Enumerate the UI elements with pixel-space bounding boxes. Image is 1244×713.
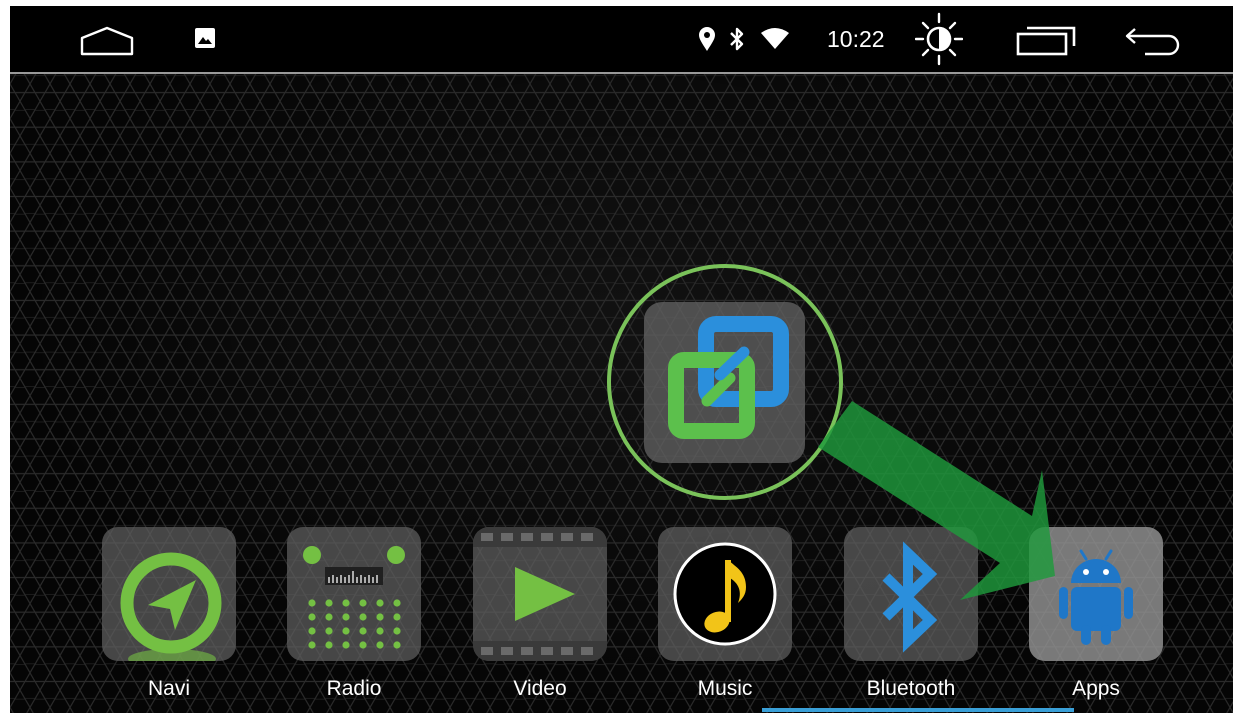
video-icon	[473, 527, 607, 661]
bluetooth-icon	[882, 541, 938, 653]
dock-label-navi: Navi	[147, 677, 190, 700]
brightness-icon[interactable]	[915, 12, 963, 66]
gallery-icon	[195, 28, 215, 48]
recent-apps-icon[interactable]	[1016, 24, 1078, 56]
wifi-icon	[761, 28, 789, 49]
dock-item-bluetooth[interactable]	[844, 527, 978, 661]
dock-label-apps: Apps	[1072, 677, 1120, 700]
status-bar: 10:22	[10, 6, 1233, 74]
bluetooth-icon	[730, 27, 744, 51]
android-icon	[1059, 549, 1133, 645]
clock: 10:22	[827, 26, 885, 52]
location-icon	[699, 27, 715, 51]
dock-label-music: Music	[697, 677, 753, 700]
music-icon	[673, 542, 777, 646]
dock-label-video: Video	[513, 677, 567, 700]
dock-item-radio[interactable]	[287, 527, 421, 661]
screen-mirror-icon	[668, 316, 789, 439]
radio-icon	[303, 546, 405, 649]
navigation-icon	[120, 552, 222, 661]
screen-mirror-app[interactable]	[644, 302, 805, 463]
dock-label-radio: Radio	[326, 677, 382, 700]
dock-item-navi[interactable]	[102, 527, 236, 661]
selection-indicator	[762, 708, 1074, 712]
back-icon[interactable]	[1125, 24, 1185, 58]
dock-item-music[interactable]	[658, 527, 792, 661]
dock-label-bluetooth: Bluetooth	[866, 677, 956, 700]
dock-item-video[interactable]	[473, 527, 607, 661]
home-icon[interactable]	[79, 25, 135, 57]
dock-item-apps[interactable]	[1029, 527, 1163, 661]
head-unit-screen: 10:22 Navi Radio Video Music Bluetooth A…	[10, 6, 1233, 713]
